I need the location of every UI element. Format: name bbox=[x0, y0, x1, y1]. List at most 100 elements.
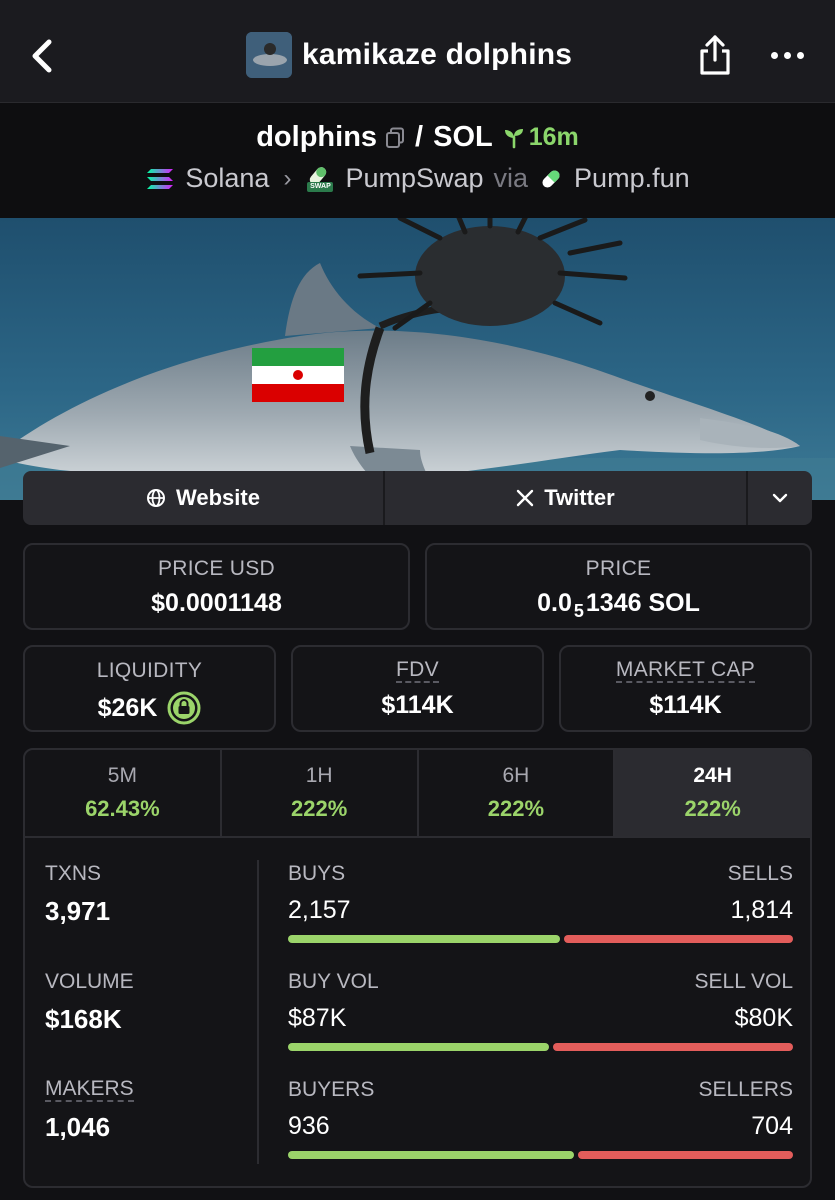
fdv-label[interactable]: FDV bbox=[396, 659, 439, 683]
sellers-label: SELLERS bbox=[698, 1078, 793, 1101]
back-button[interactable] bbox=[22, 36, 62, 76]
tab-label: 6H bbox=[502, 764, 530, 787]
makers-label[interactable]: MAKERS bbox=[45, 1078, 134, 1102]
price-native-value: 0.0 5 1346 SOL bbox=[427, 589, 810, 621]
twitter-label: Twitter bbox=[544, 485, 615, 510]
pair-header: dolphins / SOL 16m Solana › SWAP PumpSwa… bbox=[0, 102, 835, 218]
chain-breadcrumb: Solana › SWAP PumpSwap via Pump.fun bbox=[0, 163, 835, 194]
top-nav-bar: kamikaze dolphins bbox=[0, 0, 835, 102]
makers-bar bbox=[288, 1151, 793, 1159]
copy-icon[interactable] bbox=[385, 127, 405, 149]
tab-label: 5M bbox=[107, 764, 137, 787]
token-title: kamikaze dolphins bbox=[246, 32, 572, 78]
liquidity-value-row: $26K bbox=[25, 691, 274, 725]
buys-sells-bar bbox=[288, 935, 793, 943]
share-icon bbox=[700, 35, 730, 75]
txns-value: 3,971 bbox=[45, 896, 111, 926]
pair-separator: / bbox=[415, 121, 424, 153]
liquidity-value: $26K bbox=[97, 693, 158, 722]
x-logo-icon bbox=[517, 489, 534, 507]
more-dot bbox=[783, 51, 791, 59]
share-button[interactable] bbox=[695, 32, 735, 78]
price-usd-value: $0.0001148 bbox=[151, 589, 282, 617]
volume-label: VOLUME bbox=[45, 970, 134, 993]
volume-values: $87K $80K bbox=[288, 1004, 793, 1033]
txns-stat: TXNS 3,971 bbox=[45, 862, 255, 970]
activity-totals: TXNS 3,971 VOLUME $168K MAKERS 1,046 bbox=[45, 862, 255, 1186]
pumpswap-icon: SWAP bbox=[305, 165, 335, 193]
tab-24h[interactable]: 24H 222% bbox=[615, 750, 810, 836]
tab-label: 1H bbox=[305, 764, 333, 787]
tab-change: 222% bbox=[684, 796, 741, 821]
timeframe-tabs: 5M 62.43% 1H 222% 6H 222% 24H 222% bbox=[25, 750, 810, 838]
more-dots-icon bbox=[770, 51, 778, 59]
sell-vol-label: SELL VOL bbox=[694, 970, 793, 993]
sell-vol-bar bbox=[553, 1043, 793, 1051]
chain-name[interactable]: Solana bbox=[185, 163, 269, 194]
sellers-value: 704 bbox=[751, 1112, 793, 1140]
buys-sells-labels: BUYS SELLS bbox=[288, 862, 793, 886]
volume-labels: BUY VOL SELL VOL bbox=[288, 970, 793, 994]
buys-bar bbox=[288, 935, 560, 943]
tab-change: 222% bbox=[487, 796, 545, 821]
more-options-button[interactable] bbox=[765, 40, 809, 70]
buy-vol-bar bbox=[288, 1043, 549, 1051]
buys-label: BUYS bbox=[288, 862, 346, 885]
pair-age-text: 16m bbox=[528, 123, 579, 151]
seedling-icon bbox=[504, 128, 523, 148]
makers-value: 1,046 bbox=[45, 1112, 111, 1142]
buys-value: 2,157 bbox=[288, 896, 351, 924]
sell-vol-value: $80K bbox=[734, 1004, 793, 1032]
buys-sells-values: 2,157 1,814 bbox=[288, 896, 793, 925]
website-label: Website bbox=[176, 485, 260, 510]
links-expand-button[interactable] bbox=[748, 471, 812, 525]
launchpad-name[interactable]: Pump.fun bbox=[574, 163, 690, 194]
pair-row: dolphins / SOL 16m bbox=[0, 121, 835, 154]
buy-vol-value: $87K bbox=[288, 1004, 347, 1032]
flag-icon bbox=[252, 348, 344, 402]
market-cap-card: MARKET CAP $114K bbox=[559, 645, 812, 732]
token-banner-image bbox=[0, 218, 835, 500]
sellers-bar bbox=[578, 1151, 793, 1159]
token-avatar bbox=[246, 32, 292, 78]
sells-bar bbox=[564, 935, 793, 943]
fdv-card: FDV $114K bbox=[291, 645, 544, 732]
chevron-left-icon bbox=[32, 39, 52, 73]
via-label: via bbox=[493, 163, 529, 193]
tab-6h[interactable]: 6H 222% bbox=[419, 750, 616, 836]
buyers-bar bbox=[288, 1151, 574, 1159]
activity-breakdown: BUYS SELLS 2,157 1,814 BUY VOL SELL VOL … bbox=[288, 862, 793, 1186]
lock-icon[interactable] bbox=[167, 691, 201, 725]
chevron-right-icon: › bbox=[283, 164, 292, 192]
volume-value: $168K bbox=[45, 1004, 122, 1034]
volume-bar bbox=[288, 1043, 793, 1051]
price-native-suffix: 1346 SOL bbox=[585, 589, 700, 617]
liquidity-card: LIQUIDITY $26K bbox=[23, 645, 276, 732]
stats-divider bbox=[257, 860, 259, 1164]
buy-sell-volume-stat: BUY VOL SELL VOL $87K $80K bbox=[288, 970, 793, 1078]
price-native-prefix: 0.0 bbox=[537, 589, 572, 617]
dex-name[interactable]: PumpSwap bbox=[345, 163, 483, 194]
twitter-button[interactable]: Twitter bbox=[385, 471, 748, 525]
price-native-card: PRICE 0.0 5 1346 SOL bbox=[425, 543, 812, 630]
market-cap-label[interactable]: MARKET CAP bbox=[615, 659, 756, 683]
tab-5m[interactable]: 5M 62.43% bbox=[25, 750, 222, 836]
market-cap-value: $114K bbox=[649, 691, 722, 719]
buy-vol-label: BUY VOL bbox=[288, 970, 379, 993]
tab-change: 62.43% bbox=[85, 796, 160, 821]
pair-base-symbol: dolphins bbox=[256, 121, 378, 153]
sells-label: SELLS bbox=[727, 862, 793, 885]
website-button[interactable]: Website bbox=[23, 471, 385, 525]
buys-sells-stat: BUYS SELLS 2,157 1,814 bbox=[288, 862, 793, 970]
makers-values: 936 704 bbox=[288, 1112, 793, 1141]
pumpfun-pill-icon bbox=[542, 169, 560, 188]
price-native-label: PRICE bbox=[585, 557, 652, 580]
social-links-bar: Website Twitter bbox=[23, 471, 812, 525]
buyers-value: 936 bbox=[288, 1112, 330, 1140]
volume-stat: VOLUME $168K bbox=[45, 970, 255, 1078]
solana-icon bbox=[147, 168, 174, 189]
makers-stat: MAKERS 1,046 bbox=[45, 1078, 255, 1186]
buyers-sellers-stat: BUYERS SELLERS 936 704 bbox=[288, 1078, 793, 1186]
price-native-subscript: 5 bbox=[573, 601, 584, 621]
tab-1h[interactable]: 1H 222% bbox=[222, 750, 419, 836]
